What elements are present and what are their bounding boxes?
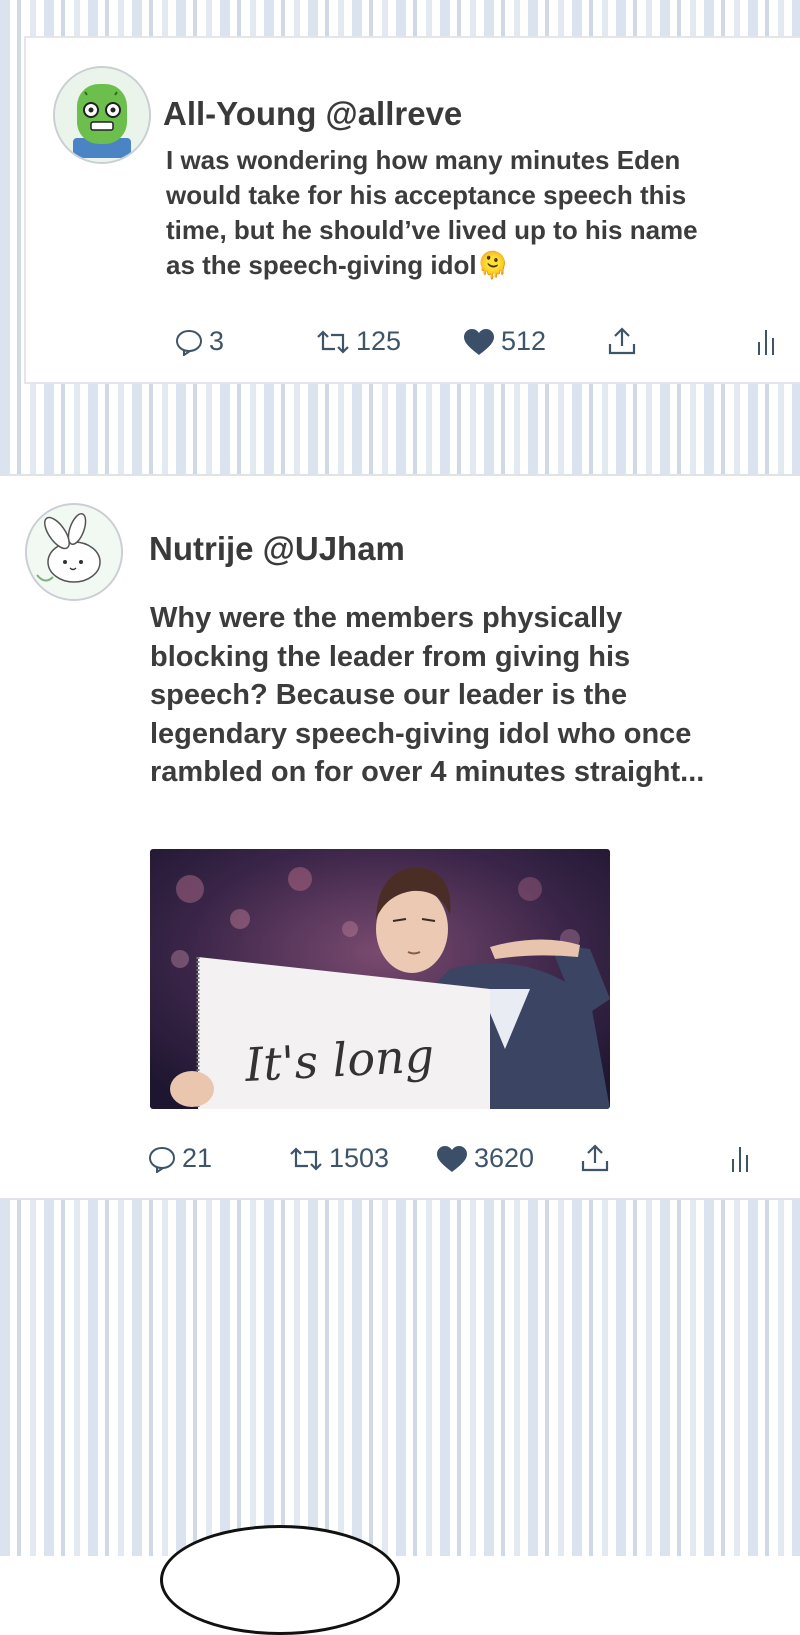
retweet-button[interactable]: 1503: [289, 1143, 389, 1174]
reply-button[interactable]: 3: [175, 326, 224, 357]
attached-image[interactable]: It's long: [150, 849, 610, 1109]
reply-count: 3: [209, 326, 225, 356]
tweet-text: I was wondering how many minutes Eden wo…: [166, 145, 698, 280]
analytics-icon: [732, 1147, 748, 1172]
striped-background-bottom: [0, 1200, 800, 1556]
reply-icon: [148, 1146, 176, 1173]
heart-icon: [437, 1145, 467, 1172]
share-icon: [581, 1144, 609, 1172]
like-count: 3620: [474, 1143, 535, 1173]
sign-caption: It's long: [243, 1028, 436, 1092]
cactus-avatar-icon[interactable]: [53, 66, 151, 164]
reply-button[interactable]: 21: [148, 1143, 212, 1174]
reply-count: 21: [182, 1143, 213, 1173]
share-button[interactable]: [580, 1143, 610, 1173]
retweet-count: 1503: [329, 1143, 390, 1173]
analytics-icon: [758, 330, 774, 355]
analytics-button[interactable]: [756, 328, 778, 356]
reply-icon: [175, 329, 203, 356]
tweet-username[interactable]: Nutrije @UJham: [149, 530, 405, 568]
share-button[interactable]: [607, 326, 637, 356]
retweet-icon: [290, 1146, 322, 1171]
retweet-button[interactable]: 125: [316, 326, 401, 357]
share-icon: [608, 327, 636, 355]
retweet-icon: [317, 329, 349, 354]
tweet-username[interactable]: All-Young @allreve: [163, 95, 462, 133]
retweet-count: 125: [356, 326, 402, 356]
like-button[interactable]: 512: [463, 326, 546, 357]
bunny-avatar-icon[interactable]: [25, 503, 123, 601]
like-count: 512: [501, 326, 547, 356]
tweet-text: Why were the members physically blocking…: [150, 602, 705, 788]
heart-icon: [464, 328, 494, 355]
analytics-button[interactable]: [730, 1145, 752, 1173]
speech-bubble-edge: [160, 1525, 400, 1635]
like-button[interactable]: 3620: [436, 1143, 534, 1174]
